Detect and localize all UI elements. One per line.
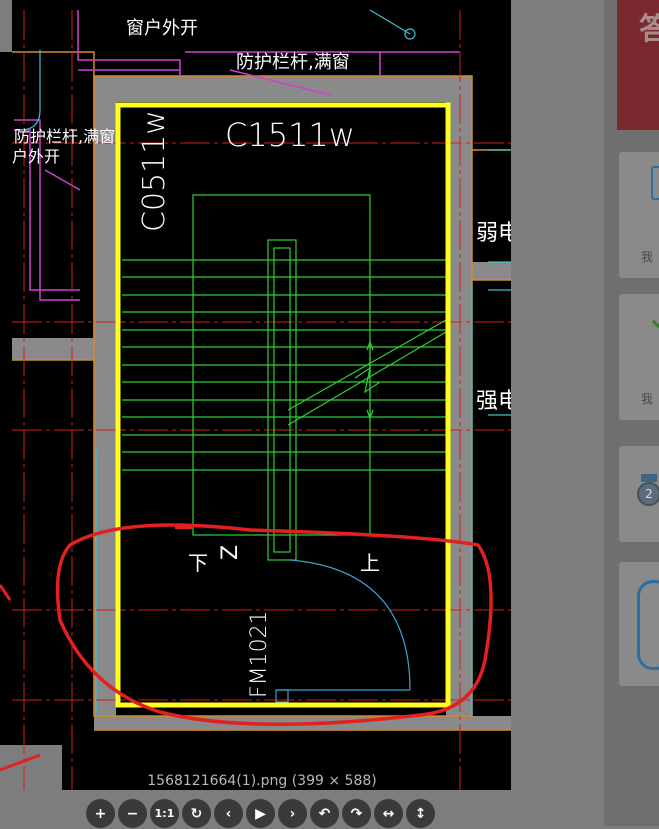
flip-vertical-icon[interactable]: ↕ — [406, 799, 435, 828]
play-icon[interactable]: ▶ — [246, 799, 275, 828]
label-window-c1511w: C1511w — [225, 116, 355, 154]
document-icon — [651, 166, 659, 200]
image-caption: 1568121664(1).png (399 × 588) — [147, 773, 377, 789]
rotate-right-icon[interactable]: ↷ — [342, 799, 371, 828]
medal-icon: 2 — [637, 474, 659, 506]
viewer-toolbar: + − 1:1 ↻ ‹ ▶ › ↶ ↷ ↔ ↕ — [86, 799, 435, 829]
label-window-outward-left: 户外开 — [12, 147, 60, 166]
banner-text: 答 — [639, 12, 659, 47]
background-card: 我 — [619, 152, 659, 278]
rotate-left-icon[interactable]: ↶ — [310, 799, 339, 828]
label-guard-rail-left: 防护栏杆,满窗 — [14, 127, 115, 146]
label-window-c0511w: C0511w — [137, 110, 172, 232]
label-strong-current: 强电 — [476, 389, 511, 414]
label-up: 上 — [360, 551, 380, 575]
label-door-fm1021: FM1021 — [247, 610, 272, 698]
next-icon[interactable]: › — [278, 799, 307, 828]
label-z-mark: Z — [218, 545, 243, 560]
prev-icon[interactable]: ‹ — [214, 799, 243, 828]
check-icon — [651, 312, 659, 329]
background-card: 2 — [619, 446, 659, 542]
reset-icon[interactable]: ↻ — [182, 799, 211, 828]
label-window-outward: 窗户外开 — [126, 18, 198, 39]
viewer-image[interactable]: 窗户外开 防护栏杆,满窗 防护栏杆,满窗 户外开 C1511w C0511w F… — [0, 0, 511, 790]
background-card: 我 — [619, 294, 659, 420]
background-card — [619, 562, 659, 686]
card-text: 我 — [641, 250, 654, 264]
label-guard-rail-top: 防护栏杆,满窗 — [236, 52, 350, 73]
actual-size-icon[interactable]: 1:1 — [150, 799, 179, 828]
flip-horizontal-icon[interactable]: ↔ — [374, 799, 403, 828]
mouse-icon — [637, 580, 659, 670]
label-down: 下 — [188, 551, 208, 575]
label-weak-current: 弱电 — [476, 221, 511, 246]
zoom-out-icon[interactable]: − — [118, 799, 147, 828]
card-text: 我 — [641, 392, 654, 406]
zoom-in-icon[interactable]: + — [86, 799, 115, 828]
background-banner: 答 — [617, 0, 659, 130]
